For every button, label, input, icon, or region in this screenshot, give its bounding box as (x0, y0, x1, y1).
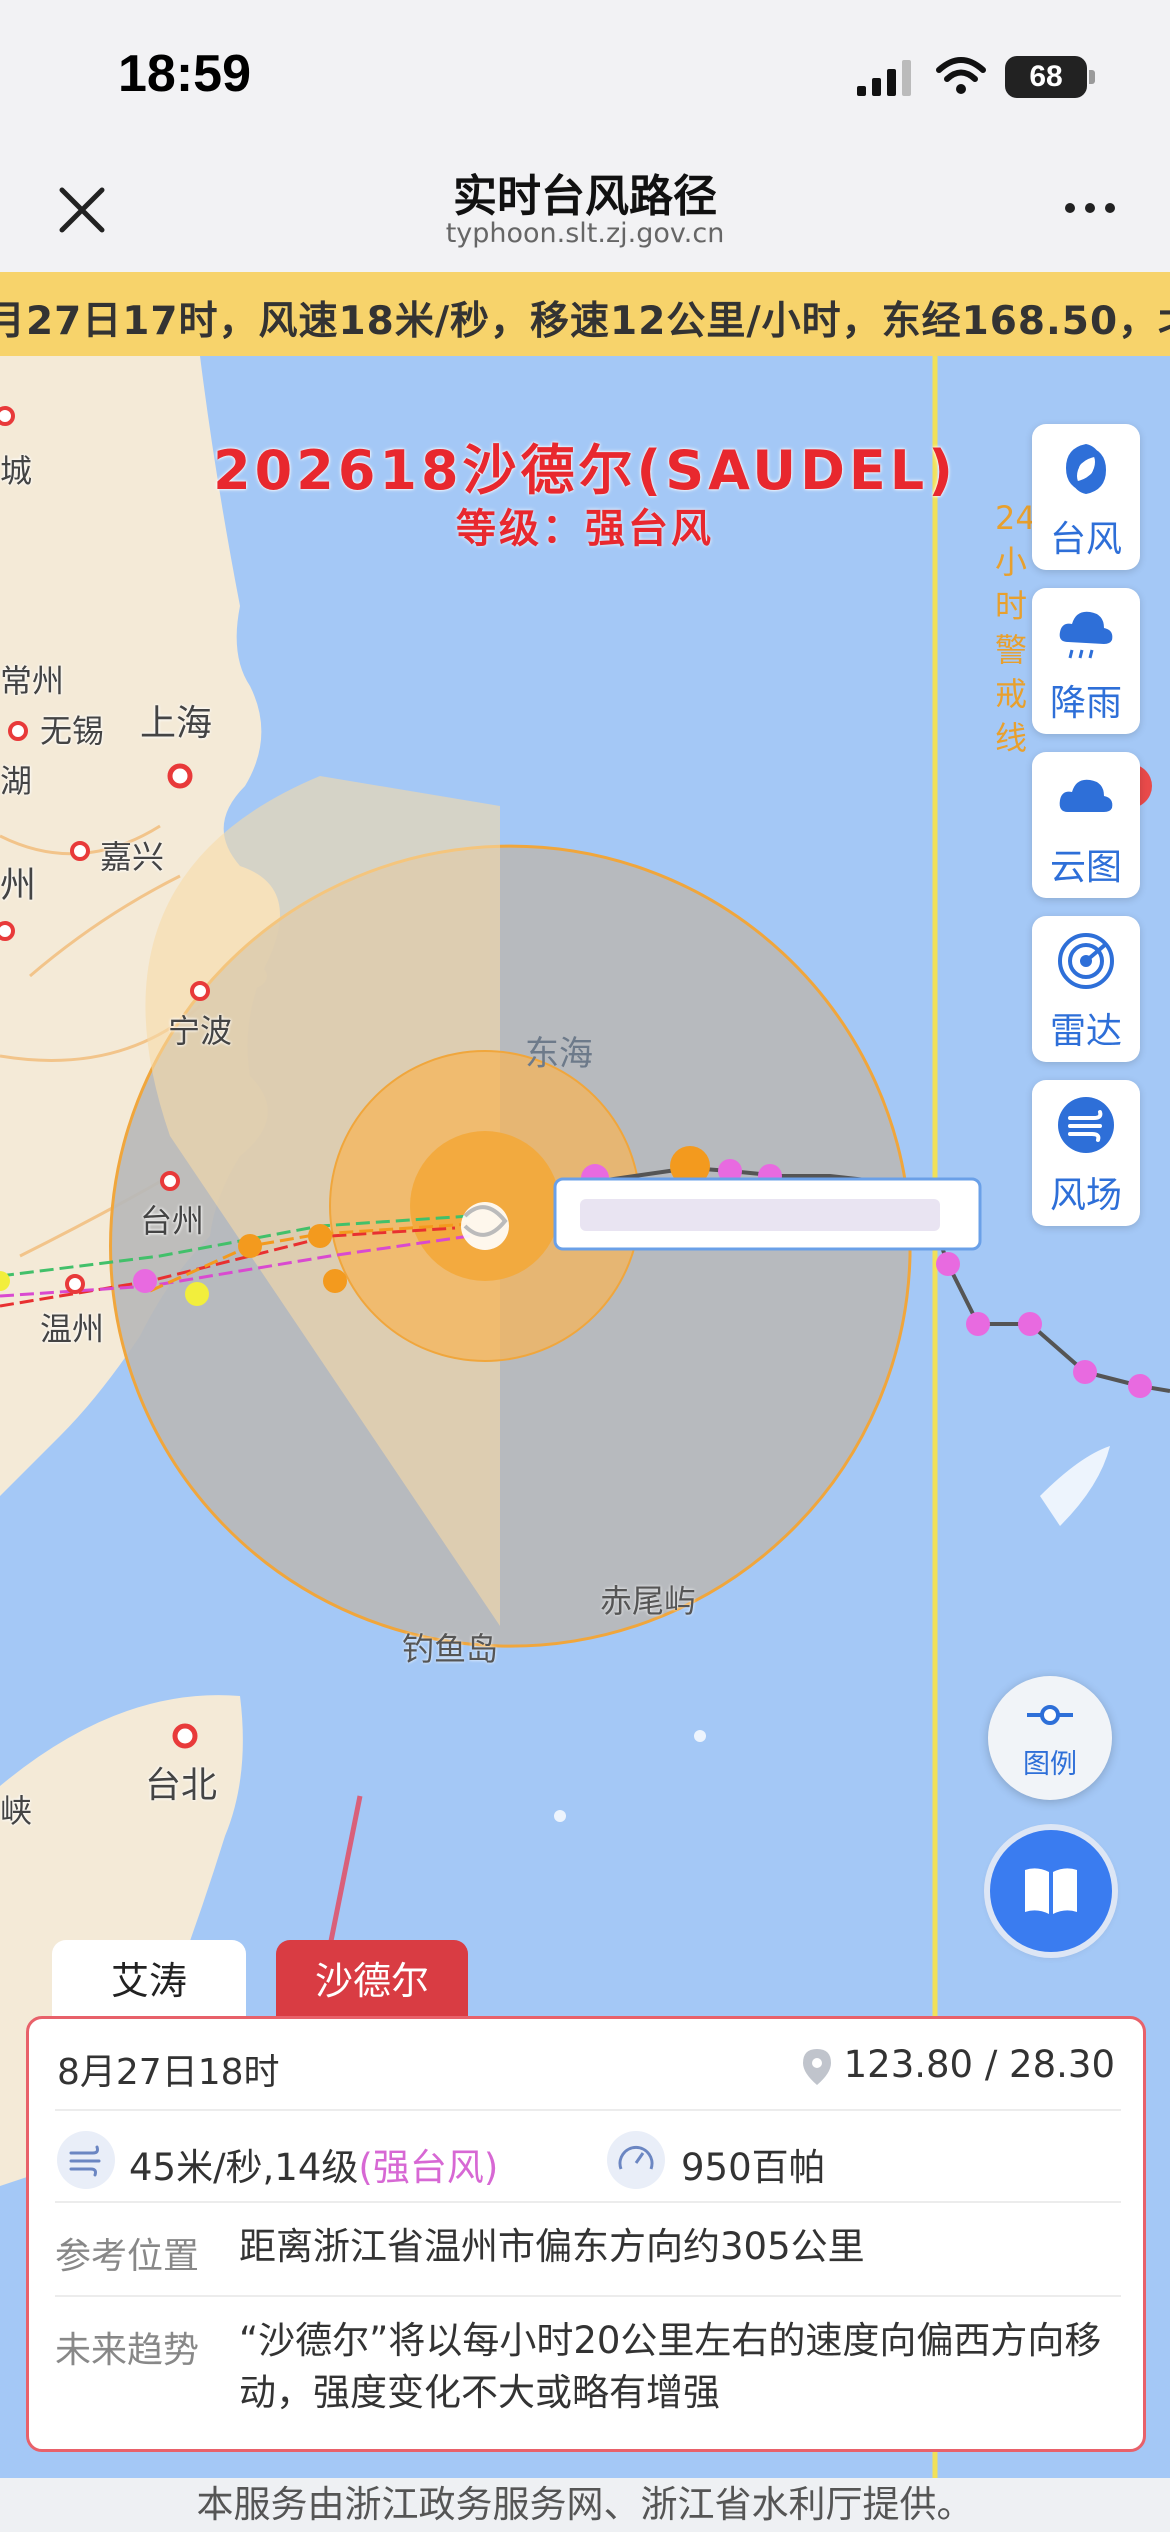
reference-label: 参考位置 (55, 2236, 200, 2277)
city-label: 上海 (140, 703, 213, 744)
city-label: 州 (0, 865, 37, 906)
status-time: 18:59 (118, 45, 251, 103)
typhoon-icon (1066, 444, 1106, 494)
city-label: 温州 (40, 1310, 105, 1348)
wind-speed-value: 45米/秒,14级 (129, 2146, 359, 2189)
book-icon (1025, 1868, 1077, 1914)
trend-value: “沙德尔”将以每小时20公里左右的速度向偏西方向移动，强度变化不大或略有增强 (239, 2319, 1102, 2414)
radar-icon (1058, 933, 1114, 989)
cloud-icon (1059, 779, 1113, 812)
app-header: 实时台风路径 typhoon.slt.zj.gov.cn (0, 150, 1170, 272)
wind-level: (强台风) (358, 2146, 499, 2189)
tab-saudel[interactable]: 沙德尔 (276, 1940, 468, 2022)
wind-speed: 45米/秒,14级(强台风) (129, 2137, 498, 2191)
warning-line-label: 24小时警戒线 (995, 499, 1036, 757)
city-label: 台北 (145, 1765, 218, 1806)
cellular-signal-icon (857, 60, 911, 96)
city-label: 城 (0, 452, 33, 490)
typhoon-center-icon (461, 1202, 509, 1250)
tool-label: 风场 (1049, 1175, 1122, 1216)
battery-indicator: 68 (1005, 56, 1087, 98)
city-label: 嘉兴 (100, 838, 165, 876)
tool-label: 降雨 (1049, 683, 1122, 724)
ticker-text: 月27日17时，风速18米/秒，移速12公里/小时，东经168.50，北纬2 (0, 299, 1170, 344)
storm-info-card: 8月27日18时 123.80 / 28.30 45米/秒,14级(强台风) 9… (26, 2016, 1146, 2452)
city-label: 常州 (0, 662, 65, 700)
pressure-gauge-icon (607, 2131, 665, 2189)
page: 18:59 68 实时台风路径 typhoon.slt.zj.gov.cn 月2… (0, 0, 1170, 2532)
tool-label: 雷达 (1049, 1011, 1122, 1052)
battery-tip (1089, 70, 1095, 84)
wind-speed-icon (57, 2131, 115, 2189)
trend-label: 未来趋势 (55, 2330, 200, 2371)
city-label: 宁波 (168, 1012, 233, 1050)
city-label: 湖 (0, 762, 33, 800)
page-title: 实时台风路径 (453, 171, 717, 222)
tab-aitao[interactable]: 艾涛 (52, 1940, 246, 2022)
city-label: 台州 (140, 1202, 205, 1240)
tool-wind-button[interactable]: 风场 (1032, 1080, 1140, 1226)
wind-icon (1058, 1097, 1114, 1153)
island-label: 钓鱼岛 (402, 1630, 499, 1668)
rain-cloud-icon (1059, 611, 1113, 659)
tool-rain-button[interactable]: 降雨 (1032, 588, 1140, 734)
legend-label: 图例 (1023, 1749, 1077, 1780)
location-pin-icon (803, 2049, 831, 2085)
tool-typhoon-button[interactable]: 台风 (1032, 424, 1140, 570)
status-bar: 18:59 68 (0, 0, 1170, 150)
wifi-icon (936, 57, 986, 94)
guide-button[interactable] (990, 1830, 1112, 1952)
coordinates: 123.80 / 28.30 (843, 2043, 1115, 2086)
tool-label: 台风 (1049, 519, 1122, 560)
storm-title: 202618沙德尔(SAUDEL) (213, 439, 957, 502)
footer-credit: 本服务由浙江政务服务网、浙江省水利厅提供。 (0, 2478, 1170, 2532)
page-url: typhoon.slt.zj.gov.cn (445, 218, 725, 249)
legend-button[interactable]: 图例 (988, 1676, 1112, 1800)
tool-label: 云图 (1049, 847, 1122, 888)
reference-value: 距离浙江省温州市偏东方向约305公里 (239, 2225, 865, 2268)
news-ticker: 月27日17时，风速18米/秒，移速12公里/小时，东经168.50，北纬2 (0, 272, 1170, 356)
city-label: 峡 (0, 1792, 33, 1830)
more-options-icon[interactable] (1060, 198, 1120, 218)
tool-radar-button[interactable]: 雷达 (1032, 916, 1140, 1062)
island-label: 赤尾屿 (600, 1582, 697, 1620)
observation-time: 8月27日18时 (57, 2052, 280, 2093)
sea-label: 东海 (525, 1034, 593, 1074)
city-label: 无锡 (40, 712, 105, 750)
pressure: 950百帕 (681, 2146, 826, 2189)
legend-icon (1027, 1705, 1073, 1725)
tool-cloud-button[interactable]: 云图 (1032, 752, 1140, 898)
